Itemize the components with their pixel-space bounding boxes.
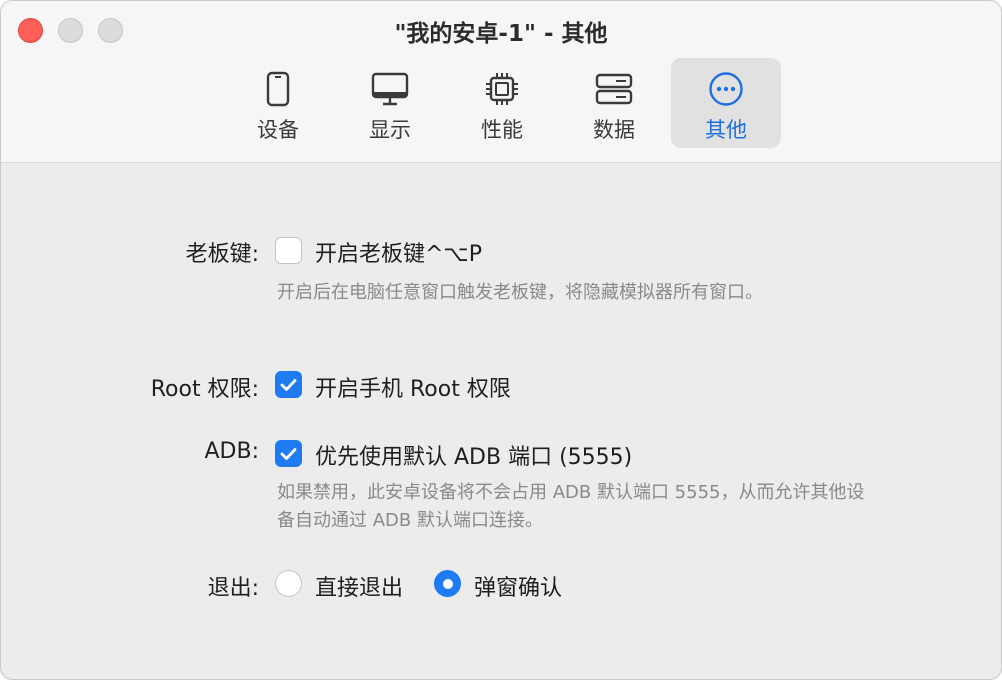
- adb-default-port-option-text[interactable]: 优先使用默认 ADB 端口 (5555): [315, 439, 632, 471]
- boss-key-option-text[interactable]: 开启老板键^⌥P: [315, 236, 482, 268]
- root-permission-label: Root 权限:: [150, 377, 259, 402]
- phone-icon: [259, 70, 297, 108]
- storage-icon: [595, 70, 633, 108]
- root-permission-checkbox[interactable]: [275, 371, 302, 398]
- exit-confirm-option-text[interactable]: 弹窗确认: [474, 570, 562, 602]
- window-title: "我的安卓-1" - 其他: [394, 21, 608, 47]
- boss-key-description: 开启后在电脑任意窗口触发老板键，将隐藏模拟器所有窗口。: [277, 282, 763, 303]
- checkmark-icon: [280, 447, 297, 460]
- adb-description: 如果禁用，此安卓设备将不会占用 ADB 默认端口 5555，从而允许其他设备自动…: [277, 482, 865, 531]
- more-ellipsis-icon: [707, 70, 745, 108]
- boss-key-checkbox[interactable]: [275, 237, 302, 264]
- root-permission-option-text[interactable]: 开启手机 Root 权限: [315, 371, 511, 403]
- adb-label: ADB:: [204, 439, 260, 464]
- exit-label: 退出:: [207, 576, 259, 601]
- tab-data-label: 数据: [593, 118, 635, 142]
- tab-data[interactable]: 数据: [559, 58, 669, 148]
- checkmark-icon: [280, 378, 297, 391]
- monitor-icon: [371, 70, 409, 108]
- exit-direct-option-text[interactable]: 直接退出: [315, 570, 403, 602]
- tab-display-label: 显示: [369, 118, 411, 142]
- tab-performance[interactable]: 性能: [447, 58, 557, 148]
- cpu-chip-icon: [483, 70, 521, 108]
- tab-device[interactable]: 设备: [223, 58, 333, 148]
- preferences-window: "我的安卓-1" - 其他 设备 显示 性能 数据 其他 老板键: 开启老板键^…: [0, 0, 1002, 680]
- exit-direct-radio[interactable]: [275, 570, 302, 597]
- preferences-toolbar: 设备 显示 性能 数据 其他: [223, 58, 783, 148]
- settings-pane: 老板键: 开启老板键^⌥P 开启后在电脑任意窗口触发老板键，将隐藏模拟器所有窗口…: [1, 164, 1001, 679]
- titlebar: "我的安卓-1" - 其他 设备 显示 性能 数据 其他: [1, 1, 1001, 163]
- tab-device-label: 设备: [257, 118, 299, 142]
- tab-display[interactable]: 显示: [335, 58, 445, 148]
- exit-confirm-radio[interactable]: [434, 570, 461, 597]
- adb-default-port-checkbox[interactable]: [275, 440, 302, 467]
- boss-key-label: 老板键:: [185, 242, 259, 267]
- radio-selected-dot: [442, 578, 453, 589]
- tab-other-label: 其他: [705, 118, 747, 142]
- tab-other[interactable]: 其他: [671, 58, 781, 148]
- tab-performance-label: 性能: [481, 118, 523, 142]
